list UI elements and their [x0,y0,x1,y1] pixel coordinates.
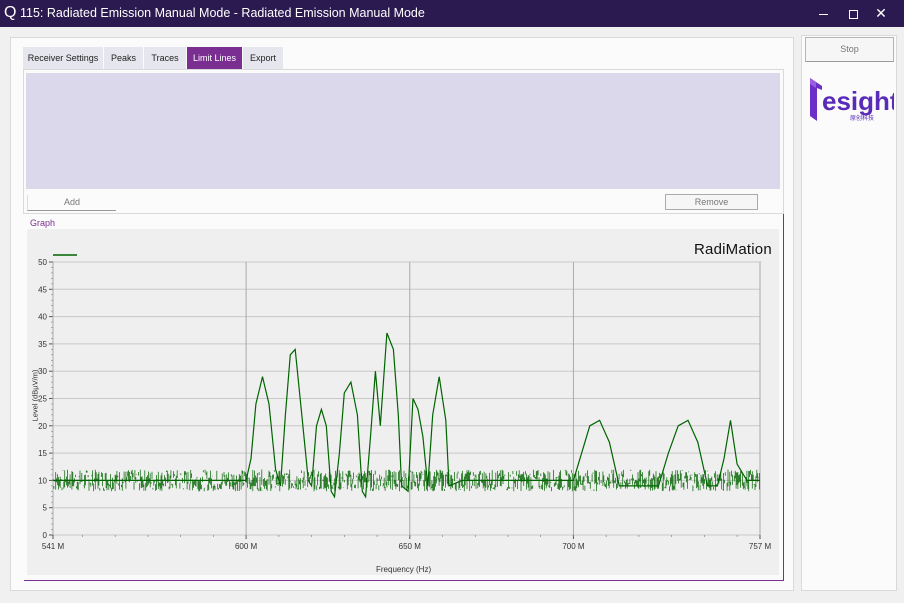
app-icon: Q [4,4,17,21]
y-tick-label: 0 [43,531,48,540]
stop-button[interactable]: Stop [805,37,894,62]
tab-peaks[interactable]: Peaks [104,47,144,69]
limit-lines-list[interactable] [26,73,780,189]
limit-lines-page: Add Remove [23,69,784,214]
tab-traces[interactable]: Traces [144,47,187,69]
remove-button[interactable]: Remove [665,194,758,210]
spectrum-chart: 0 5 10 15 20 25 30 35 40 45 50 541 M 600 M 650 M 700 M… [38,254,772,551]
minimize-icon [818,13,828,15]
tab-export[interactable]: Export [243,47,284,69]
tab-receiver-settings[interactable]: Receiver Settings [23,47,104,69]
x-tick-label: 757 M [749,542,772,551]
window-title: 115: Radiated Emission Manual Mode - Rad… [20,6,425,20]
y-tick-label: 45 [38,285,47,294]
x-tick-label: 600 M [235,542,258,551]
y-axis-title: Level (dBµV/m) [30,369,40,422]
y-tick-label: 10 [38,476,47,485]
y-tick-label: 40 [38,313,47,322]
y-tick-label: 25 [38,395,47,404]
y-tick-label: 5 [43,504,48,513]
main-panel: Receiver Settings Peaks Traces Limit Lin… [10,37,794,591]
close-icon: ✕ [875,5,887,21]
add-button[interactable]: Add [27,195,116,211]
x-tick-label: 650 M [399,542,422,551]
radimation-brand: RadiMation [694,241,772,258]
x-tick-label: 700 M [562,542,585,551]
x-tick-label: 541 M [42,542,65,551]
svg-text:原创科技: 原创科技 [850,114,874,122]
y-tick-label: 30 [38,367,47,376]
graph-area[interactable]: 0 5 10 15 20 25 30 35 40 45 50 541 M 600 M 650 M 700 M… [27,229,779,575]
x-axis-title: Frequency (Hz) [376,565,432,574]
tab-limit-lines[interactable]: Limit Lines [187,47,243,69]
graph-group-label: Graph [30,218,56,228]
y-tick-label: 35 [38,340,47,349]
y-tick-label: 50 [38,258,47,267]
close-button[interactable]: ✕ [858,0,904,27]
graph-group: Graph 0 5 10 15 20 25 30 35 40 45 50 541 M 600 M 650 … [24,214,784,581]
maximize-icon [848,9,858,19]
side-panel: Stop esight 原创科技 [801,35,897,591]
y-tick-label: 15 [38,449,47,458]
svg-text:esight: esight [822,86,894,116]
title-bar: Q 115: Radiated Emission Manual Mode - R… [0,0,904,27]
y-tick-label: 20 [38,422,47,431]
tesight-logo: esight 原创科技 [810,78,894,122]
